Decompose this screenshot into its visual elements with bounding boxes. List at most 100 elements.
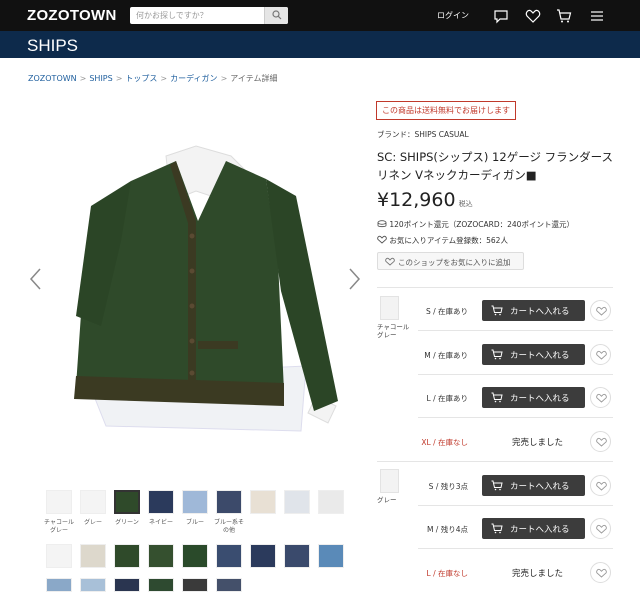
- add-to-cart-button[interactable]: カートへ入れる: [482, 387, 585, 408]
- cart-label: カートへ入れる: [510, 525, 570, 535]
- size-stock-label: S / 在庫あり: [425, 307, 468, 316]
- favorite-button[interactable]: [590, 475, 611, 496]
- cart-icon: [491, 392, 503, 403]
- add-to-cart-button[interactable]: カートへ入れる: [482, 344, 585, 365]
- thumbnail[interactable]: [80, 578, 106, 592]
- thumbnail[interactable]: [250, 490, 276, 514]
- size-stock-label: XL / 在庫なし: [421, 438, 468, 447]
- thumb-label: グレー: [83, 519, 102, 526]
- thumbnail[interactable]: [80, 490, 106, 514]
- cart-icon: [491, 305, 503, 316]
- heart-icon: [596, 350, 607, 360]
- add-to-cart-button[interactable]: カートへ入れる: [482, 300, 585, 321]
- points-text: 120ポイント還元（ZOZOCARD：240ポイント還元）: [389, 220, 574, 229]
- cart-label: カートへ入れる: [510, 307, 570, 317]
- favorite-button[interactable]: [590, 300, 611, 321]
- cart-icon: [491, 480, 503, 491]
- tax-label: 税込: [458, 200, 473, 208]
- heart-icon[interactable]: [525, 8, 541, 24]
- chevron-right-icon[interactable]: [348, 267, 362, 291]
- heart-icon: [596, 524, 607, 534]
- cart-icon: [491, 349, 503, 360]
- thumbnail[interactable]: [46, 490, 72, 514]
- thumb-label: ブルー系その他: [213, 519, 244, 534]
- search-box: [130, 7, 288, 24]
- main-product-image[interactable]: [46, 101, 344, 457]
- favorite-button[interactable]: [590, 518, 611, 539]
- favorite-button[interactable]: [590, 387, 611, 408]
- thumbnail[interactable]: [148, 490, 174, 514]
- breadcrumb-current: アイテム詳細: [230, 74, 278, 83]
- thumbnail[interactable]: [114, 578, 140, 592]
- thumbnail[interactable]: [216, 490, 242, 514]
- breadcrumb-subcategory[interactable]: カーディガン: [170, 74, 217, 83]
- thumbnail[interactable]: [216, 544, 242, 568]
- thumbnail[interactable]: [46, 578, 72, 592]
- thumbnail[interactable]: [250, 544, 276, 568]
- thumbnail[interactable]: [148, 544, 174, 568]
- divider: [377, 287, 613, 288]
- free-shipping-badge: この商品は送料無料でお届けします: [376, 101, 516, 120]
- thumbnail[interactable]: [318, 490, 344, 514]
- thumbnail[interactable]: [182, 578, 208, 592]
- favorite-button[interactable]: [590, 562, 611, 583]
- points-info: 120ポイント還元（ZOZOCARD：240ポイント還元）: [377, 219, 574, 230]
- color-thumbnail: [380, 469, 399, 493]
- shop-favorite-label: このショップをお気に入りに追加: [398, 258, 511, 267]
- thumbnail[interactable]: [148, 578, 174, 592]
- price-value: ¥12,960: [377, 189, 456, 211]
- heart-icon: [596, 481, 607, 491]
- top-header: ZOZOTOWN ログイン: [0, 0, 640, 31]
- favorite-button[interactable]: [590, 344, 611, 365]
- search-icon: [272, 10, 282, 20]
- divider: [377, 461, 613, 462]
- thumbnail[interactable]: [284, 490, 310, 514]
- color-thumbnail: [380, 296, 399, 320]
- brand-name[interactable]: SHIPS: [27, 36, 78, 56]
- divider: [418, 548, 613, 549]
- heart-outline-icon: [377, 235, 387, 244]
- size-stock-label: M / 残り4点: [426, 525, 468, 534]
- heart-icon: [596, 568, 607, 578]
- thumbnail[interactable]: [182, 544, 208, 568]
- thumbnail[interactable]: [284, 544, 310, 568]
- breadcrumb-brand[interactable]: SHIPS: [89, 74, 112, 83]
- thumbnail[interactable]: [80, 544, 106, 568]
- size-stock-label: L / 在庫あり: [426, 394, 468, 403]
- favorite-button[interactable]: [590, 431, 611, 452]
- brand-line[interactable]: ブランド：SHIPS CASUAL: [377, 129, 469, 140]
- thumbnail-selected[interactable]: [114, 490, 140, 514]
- divider: [418, 374, 613, 375]
- cart-icon[interactable]: [556, 8, 572, 24]
- add-to-cart-button[interactable]: カートへ入れる: [482, 475, 585, 496]
- add-to-cart-button[interactable]: カートへ入れる: [482, 518, 585, 539]
- thumb-label: ブルー: [185, 519, 204, 526]
- divider: [418, 330, 613, 331]
- thumbnail[interactable]: [318, 544, 344, 568]
- divider: [418, 417, 613, 418]
- thumbnail[interactable]: [216, 578, 242, 592]
- thumb-label: ネイビー: [148, 519, 173, 526]
- zozotown-logo[interactable]: ZOZOTOWN: [27, 7, 117, 24]
- breadcrumb-home[interactable]: ZOZOTOWN: [28, 74, 77, 83]
- chat-icon[interactable]: [493, 8, 509, 24]
- coin-icon: [377, 220, 387, 228]
- thumbnail[interactable]: [114, 544, 140, 568]
- thumbnail[interactable]: [46, 544, 72, 568]
- color-name: グレー: [377, 496, 397, 504]
- login-link[interactable]: ログイン: [437, 10, 469, 21]
- heart-icon: [596, 306, 607, 316]
- cart-icon: [491, 523, 503, 534]
- brand-bar: SHIPS: [0, 31, 640, 58]
- breadcrumb-category[interactable]: トップス: [125, 74, 157, 83]
- shop-favorite-button[interactable]: このショップをお気に入りに追加: [377, 252, 524, 270]
- thumbnail[interactable]: [182, 490, 208, 514]
- search-input[interactable]: [130, 7, 264, 24]
- menu-icon[interactable]: [589, 8, 605, 24]
- size-stock-label: S / 残り3点: [428, 482, 468, 491]
- search-button[interactable]: [264, 7, 288, 24]
- size-stock-label: M / 在庫あり: [424, 351, 468, 360]
- breadcrumb: ZOZOTOWN > SHIPS > トップス > カーディガン > アイテム詳細: [28, 74, 278, 83]
- chevron-left-icon[interactable]: [28, 267, 42, 291]
- color-name: チャコールグレー: [377, 323, 410, 339]
